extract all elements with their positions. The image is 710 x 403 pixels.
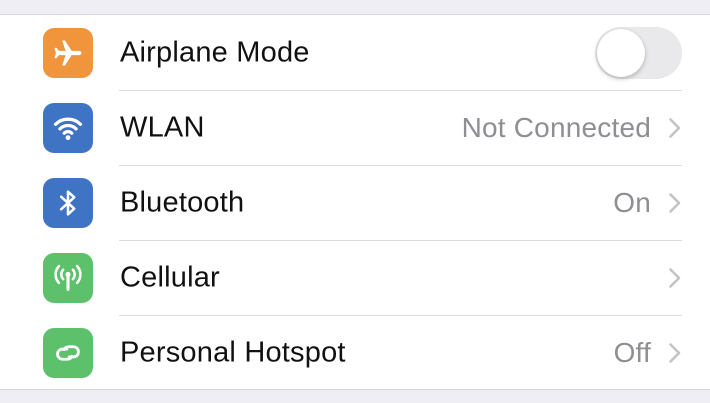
airplane-mode-label: Airplane Mode (120, 36, 310, 68)
personal-hotspot-detail: Off (614, 337, 682, 369)
personal-hotspot-icon (43, 327, 93, 378)
settings-row-wlan[interactable]: WLAN Not Connected (0, 90, 710, 165)
personal-hotspot-status-value: Off (613, 336, 651, 368)
personal-hotspot-label: Personal Hotspot (120, 336, 346, 368)
settings-row-cellular[interactable]: Cellular (0, 240, 710, 315)
airplane-mode-toggle[interactable] (595, 26, 682, 79)
cellular-label: Cellular (120, 261, 220, 293)
airplane-icon (43, 27, 93, 78)
wlan-status-value: Not Connected (461, 111, 651, 143)
wlan-label: WLAN (120, 111, 205, 143)
bluetooth-label: Bluetooth (120, 186, 245, 218)
settings-row-airplane-mode[interactable]: Airplane Mode (0, 15, 710, 90)
cellular-detail (651, 267, 682, 289)
connectivity-settings-group: Airplane Mode WLAN Not Connected Bluetoo… (0, 14, 710, 390)
cellular-antenna-icon (43, 252, 93, 303)
bluetooth-detail: On (613, 187, 682, 219)
wlan-detail: Not Connected (462, 112, 682, 144)
settings-row-bluetooth[interactable]: Bluetooth On (0, 165, 710, 240)
bluetooth-icon (43, 177, 93, 228)
settings-row-personal-hotspot[interactable]: Personal Hotspot Off (0, 315, 710, 390)
bluetooth-status-value: On (613, 186, 651, 218)
chevron-right-icon (669, 342, 681, 363)
toggle-knob (597, 28, 645, 77)
chevron-right-icon (669, 267, 681, 288)
wifi-icon (43, 102, 93, 153)
chevron-right-icon (669, 192, 681, 213)
chevron-right-icon (669, 117, 681, 138)
settings-page: Airplane Mode WLAN Not Connected Bluetoo… (0, 0, 710, 403)
